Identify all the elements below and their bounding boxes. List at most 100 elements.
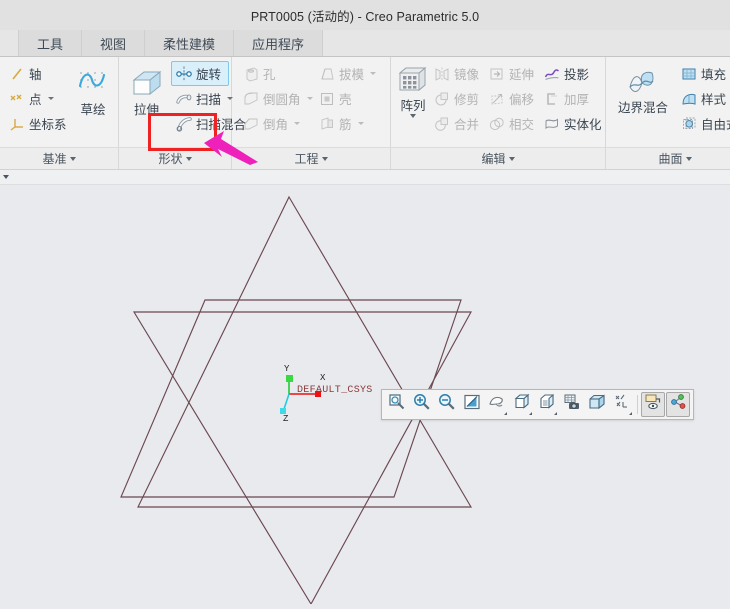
chevron-down-icon[interactable] <box>685 156 692 161</box>
chevron-down-icon[interactable] <box>306 97 313 100</box>
graphics-area[interactable]: Y X Z DEFAULT_CSYS <box>0 185 730 604</box>
ribbon-group-label-editing[interactable]: 编辑 <box>391 147 605 169</box>
project-icon <box>544 66 560 82</box>
ribbon-item-trim[interactable]: 修剪 <box>429 86 484 111</box>
freestyle-icon <box>681 116 697 132</box>
datum-display-filter-button[interactable] <box>610 392 634 417</box>
ribbon-item-datum-csys[interactable]: 坐标系 <box>4 111 68 136</box>
tab-tools[interactable]: 工具 <box>19 30 83 56</box>
ribbon-item-label: 镜像 <box>454 68 480 82</box>
repaint-icon <box>463 393 481 416</box>
tabstrip-leading-spacer <box>0 30 19 56</box>
ribbon-button-boundary-blend[interactable]: 边界混合 <box>612 65 674 114</box>
ribbon-item-thicken[interactable]: 加厚 <box>539 86 607 111</box>
chevron-down-icon[interactable] <box>321 156 328 161</box>
chevron-down-icon[interactable] <box>47 97 54 100</box>
tab-flexible-modeling[interactable]: 柔性建模 <box>145 30 235 56</box>
ribbon-item-sweep[interactable]: 扫描 <box>171 86 234 111</box>
chevron-down-icon[interactable] <box>410 114 416 118</box>
ribbon-item-merge[interactable]: 合并 <box>429 111 484 136</box>
ribbon-item-style[interactable]: 样式 <box>676 86 730 111</box>
ribbon-button-pattern[interactable]: 阵列 <box>397 63 429 118</box>
annotation-display-icon <box>644 393 662 416</box>
ribbon-item-offset[interactable]: 偏移 <box>484 86 539 111</box>
dropdown-dogear-icon[interactable] <box>554 412 557 415</box>
zoom-refit-icon <box>388 393 406 416</box>
zoom-out-button[interactable] <box>435 392 459 417</box>
scene-button[interactable] <box>560 392 584 417</box>
tab-view[interactable]: 视图 <box>82 30 146 56</box>
ribbon-item-round[interactable]: 倒圆角 <box>238 86 314 111</box>
chevron-down-icon[interactable] <box>185 156 192 161</box>
view-manager-button[interactable] <box>535 392 559 417</box>
dropdown-dogear-icon[interactable] <box>629 412 632 415</box>
ribbon-group-label-datum[interactable]: 基准 <box>0 147 118 169</box>
repaint-button[interactable] <box>460 392 484 417</box>
chevron-down-icon[interactable] <box>370 72 377 75</box>
csys-axis-x-label: X <box>320 373 326 383</box>
ribbon-item-datum-point[interactable]: 点 <box>4 86 68 111</box>
ribbon-item-extend[interactable]: 延伸 <box>484 61 539 86</box>
ribbon-button-sketch[interactable]: 草绘 <box>70 67 116 116</box>
ribbon-item-label: 加厚 <box>564 93 590 107</box>
ribbon-group-editing: 阵列 镜像 修剪 合并 延伸 偏移 相交 投影 加厚 实体化 编辑 <box>391 57 606 169</box>
zoom-in-icon <box>413 393 431 416</box>
ribbon-item-rib[interactable]: 筋 <box>314 111 388 136</box>
explode-view-button[interactable] <box>666 392 690 417</box>
ribbon-item-fill[interactable]: 填充 <box>676 61 730 86</box>
ribbon-item-label: 拔模 <box>339 68 365 82</box>
ribbon-group-label-shapes[interactable]: 形状 <box>119 147 231 169</box>
chevron-down-icon[interactable] <box>508 156 515 161</box>
ribbon-item-label: 延伸 <box>509 68 535 82</box>
perspective-button[interactable] <box>585 392 609 417</box>
dropdown-dogear-icon[interactable] <box>529 412 532 415</box>
boundary-blend-icon <box>627 67 659 99</box>
ribbon-item-intersect[interactable]: 相交 <box>484 111 539 136</box>
ribbon-item-label: 样式 <box>701 93 727 107</box>
ribbon-item-revolve[interactable]: 旋转 <box>171 61 229 86</box>
ribbon-item-label: 倒角 <box>263 118 289 132</box>
ribbon-item-datum-axis[interactable]: 轴 <box>4 61 68 86</box>
ribbon-item-label: 填充 <box>701 68 727 82</box>
swept-blend-icon <box>176 116 192 132</box>
sketch-icon <box>77 69 109 101</box>
ribbon-item-draft[interactable]: 拔模 <box>314 61 388 86</box>
ribbon-item-label: 坐标系 <box>29 118 67 132</box>
datum-point-icon <box>9 91 25 107</box>
ribbon-item-mirror[interactable]: 镜像 <box>429 61 484 86</box>
ribbon-item-label: 倒圆角 <box>263 93 301 107</box>
csys-axis-z-label: Z <box>283 414 289 424</box>
ribbon-button-extrude[interactable]: 拉伸 <box>123 67 170 116</box>
pattern-icon <box>397 65 429 97</box>
round-icon <box>243 91 259 107</box>
ribbon-group-label-engineering[interactable]: 工程 <box>232 147 390 169</box>
ribbon-item-solidify[interactable]: 实体化 <box>539 111 607 136</box>
tab-applications[interactable]: 应用程序 <box>234 30 324 56</box>
ribbon-collapse-row[interactable] <box>0 170 730 185</box>
chevron-down-icon[interactable] <box>69 156 76 161</box>
zoom-refit-button[interactable] <box>385 392 409 417</box>
csys-axis-y-label: Y <box>284 364 290 374</box>
ribbon-item-hole[interactable]: 孔 <box>238 61 314 86</box>
csys-axis-y-handle <box>286 375 293 382</box>
explode-view-icon <box>669 393 687 416</box>
dropdown-dogear-icon[interactable] <box>504 412 507 415</box>
ribbon-item-swept-blend[interactable]: 扫描混合 <box>171 111 246 136</box>
ribbon-item-shell[interactable]: 壳 <box>314 86 388 111</box>
zoom-in-button[interactable] <box>410 392 434 417</box>
ribbon-item-chamfer[interactable]: 倒角 <box>238 111 314 136</box>
ribbon-group-label-surfaces[interactable]: 曲面 <box>606 147 730 169</box>
saved-orientation-button[interactable] <box>485 392 509 417</box>
ribbon-item-freestyle[interactable]: 自由式 <box>676 111 730 136</box>
ribbon-group-surfaces: 边界混合 填充 样式 自由 曲面 <box>606 57 730 169</box>
ribbon-group-shapes: 拉伸 旋转 扫描 扫描混合 形状 <box>119 57 246 169</box>
sweep-icon <box>176 91 192 107</box>
chevron-down-icon[interactable] <box>357 122 364 125</box>
annotation-display-button[interactable] <box>641 392 665 417</box>
ribbon-item-project[interactable]: 投影 <box>539 61 607 86</box>
window-title: PRT0005 (活动的) - Creo Parametric 5.0 <box>250 9 480 24</box>
chevron-down-icon[interactable] <box>3 175 9 179</box>
display-style-button[interactable] <box>510 392 534 417</box>
chevron-down-icon[interactable] <box>294 122 301 125</box>
ribbon-tabstrip: 工具 视图 柔性建模 应用程序 <box>0 30 730 57</box>
